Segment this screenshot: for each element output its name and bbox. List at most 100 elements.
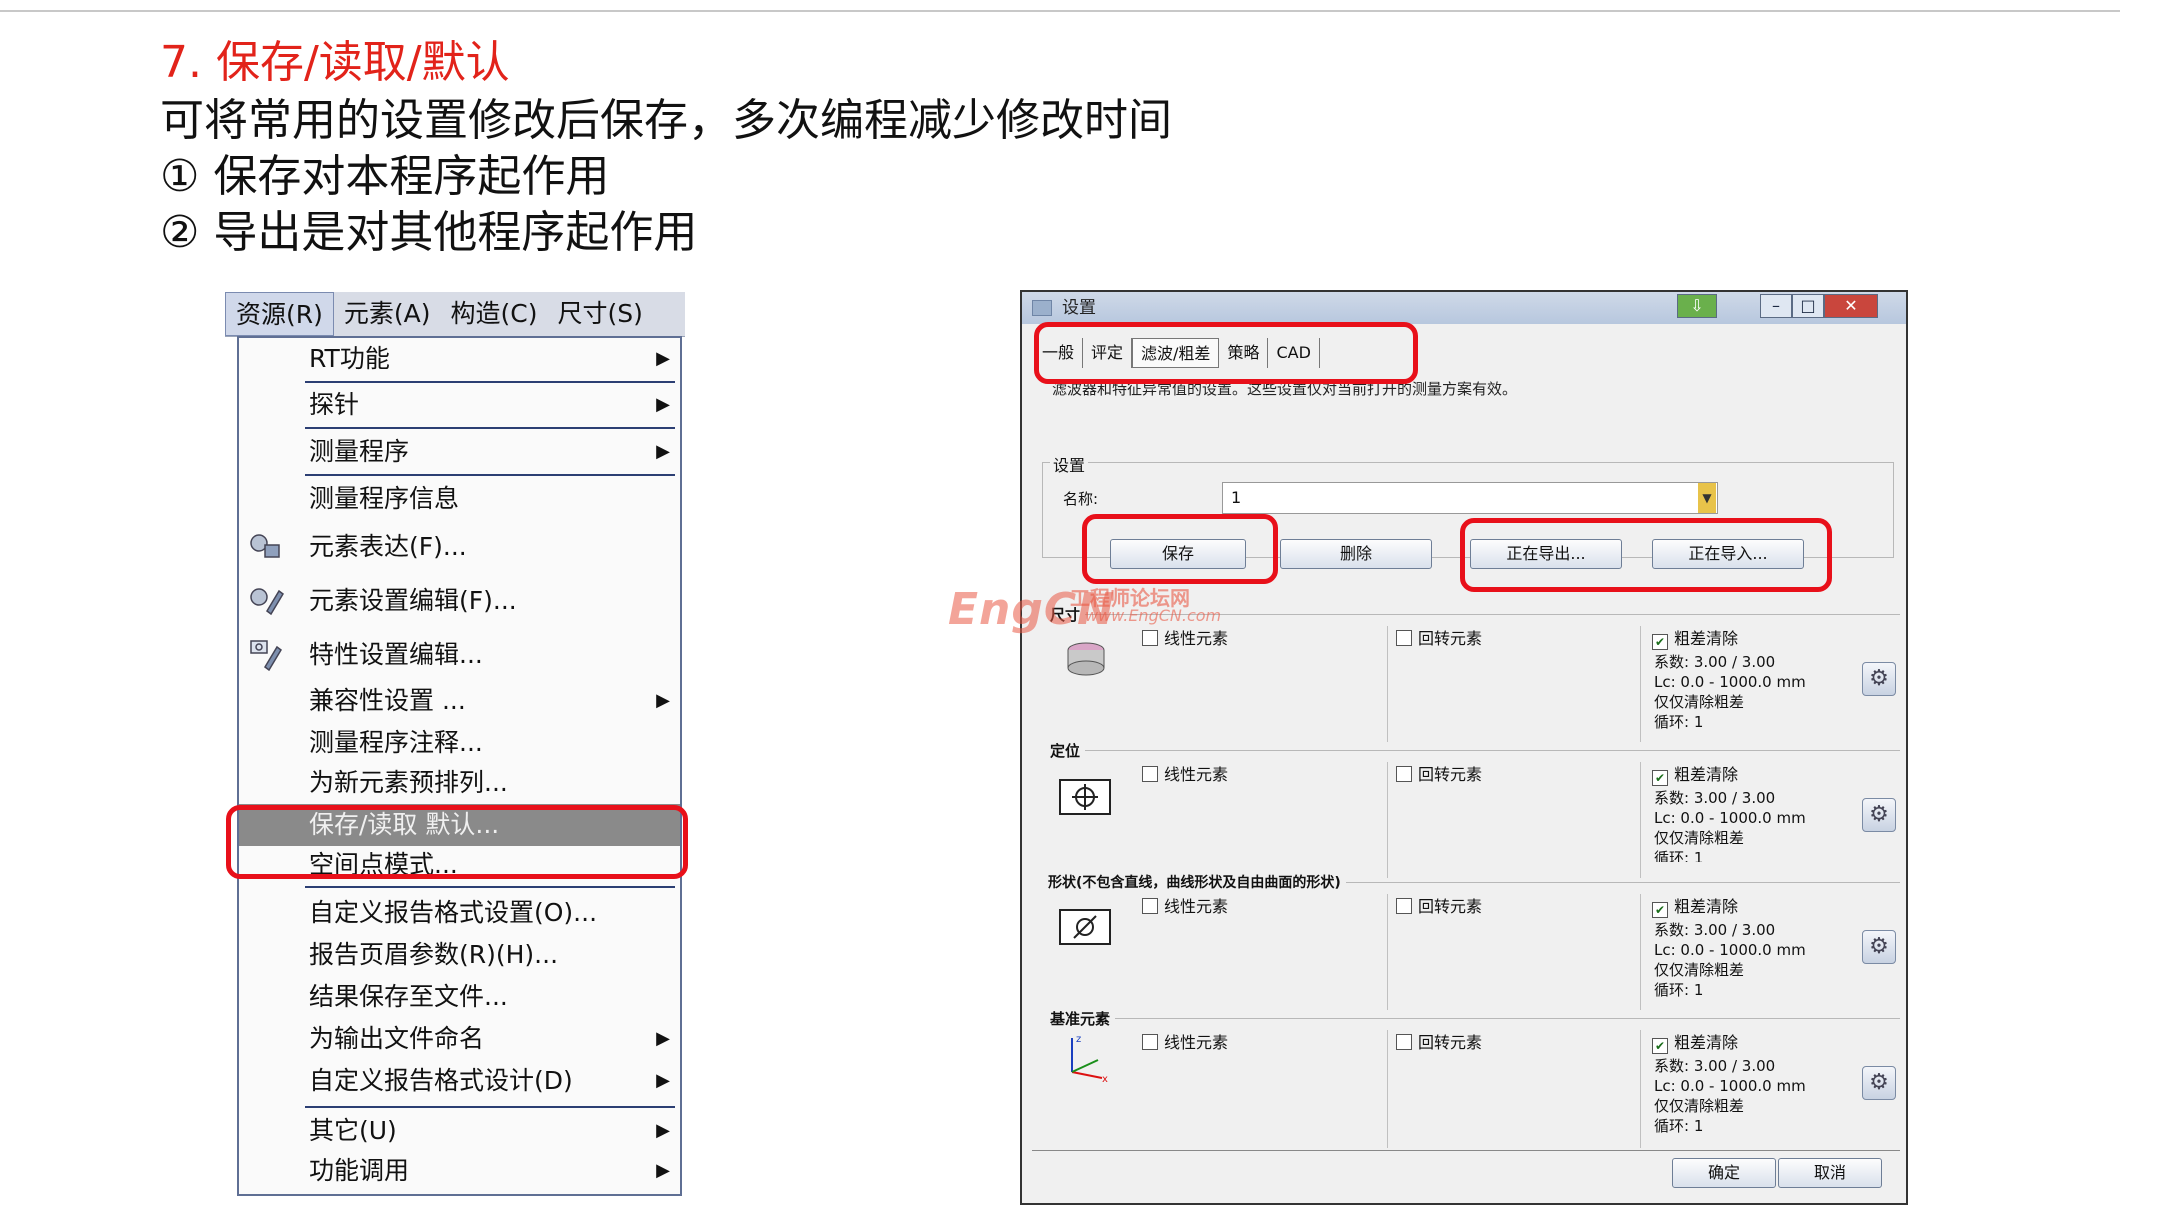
submenu-arrow-icon: ▶ bbox=[656, 348, 670, 369]
cancel-button[interactable]: 取消 bbox=[1778, 1158, 1882, 1188]
menu-item-other[interactable]: 其它(U) ▶ bbox=[239, 1112, 680, 1150]
menu-item-report-header-params[interactable]: 报告页眉参数(R)(H)... bbox=[239, 936, 680, 974]
menu-item-rt-functions[interactable]: RT功能 ▶ bbox=[239, 340, 680, 378]
section-divider bbox=[1050, 1018, 1900, 1019]
submenu-arrow-icon: ▶ bbox=[656, 1120, 670, 1141]
chevron-down-icon[interactable]: ▼ bbox=[1698, 483, 1716, 513]
checkbox-size-linear[interactable]: 线性元素 bbox=[1142, 628, 1228, 650]
resources-menu-screenshot: 资源(R) 元素(A) 构造(C) 尺寸(S) RT功能 ▶ 探针 ▶ 测量程序… bbox=[225, 292, 685, 1204]
section-label-location: 定位 bbox=[1050, 740, 1086, 761]
menu-item-function-call[interactable]: 功能调用 ▶ bbox=[239, 1152, 680, 1190]
menu-item-measurement-plan-info[interactable]: 测量程序信息 bbox=[239, 480, 680, 518]
checkbox-form-outlier[interactable]: ✔ 粗差清除 bbox=[1652, 896, 1738, 918]
dialog-title: 设置 bbox=[1062, 298, 1096, 318]
maximize-icon[interactable]: □ bbox=[1792, 294, 1824, 318]
gear-icon[interactable]: ⚙ bbox=[1862, 798, 1896, 832]
slide-line-3: ② 导出是对其他程序起作用 bbox=[160, 207, 698, 258]
outlier-factor-text: 系数: 3.00 / 3.00 bbox=[1654, 921, 1776, 939]
outlier-loop-text: 循环: 1 bbox=[1654, 849, 1704, 862]
svg-text:x: x bbox=[1102, 1074, 1108, 1084]
menu-item-characteristic-settings-edit[interactable]: 特性设置编辑... bbox=[239, 636, 680, 674]
menu-item-probe[interactable]: 探针 ▶ bbox=[239, 386, 680, 424]
checkbox-location-linear[interactable]: 线性元素 bbox=[1142, 764, 1228, 786]
menu-item-label: 报告页眉参数(R)(H)... bbox=[309, 940, 559, 969]
outlier-factor-text: 系数: 3.00 / 3.00 bbox=[1654, 1057, 1776, 1075]
checkbox-label: 线性元素 bbox=[1164, 1033, 1229, 1052]
menu-item-save-results-to-file[interactable]: 结果保存至文件... bbox=[239, 978, 680, 1016]
menu-item-plan-comment[interactable]: 测量程序注释... bbox=[239, 724, 680, 762]
checkbox-size-rotational[interactable]: 回转元素 bbox=[1396, 628, 1482, 650]
menu-separator bbox=[305, 381, 675, 383]
menu-item-custom-report-format-settings[interactable]: 自定义报告格式设置(O)... bbox=[239, 894, 680, 932]
menu-item-label: RT功能 bbox=[309, 344, 390, 373]
settings-dialog: 设置 ⇩ – □ ✕ 一般 评定 滤波/粗差 策略 CAD 滤波器和特征异常值的… bbox=[1020, 290, 1908, 1205]
menu-item-name-output-files[interactable]: 为输出文件命名 ▶ bbox=[239, 1020, 680, 1058]
menu-item-label: 其它(U) bbox=[309, 1116, 397, 1145]
gear-icon[interactable]: ⚙ bbox=[1862, 1066, 1896, 1100]
outlier-lc-text: Lc: 0.0 - 1000.0 mm bbox=[1654, 809, 1806, 827]
checkbox-box bbox=[1396, 898, 1412, 914]
settings-group-label: 设置 bbox=[1050, 452, 1089, 476]
checkbox-label: 回转元素 bbox=[1418, 897, 1483, 916]
checkbox-datum-rotational[interactable]: 回转元素 bbox=[1396, 1032, 1482, 1054]
checkbox-location-rotational[interactable]: 回转元素 bbox=[1396, 764, 1482, 786]
submenu-arrow-icon: ▶ bbox=[656, 1160, 670, 1181]
minimize-icon[interactable]: – bbox=[1760, 294, 1792, 318]
element-settings-icon bbox=[250, 588, 284, 616]
checkbox-box: ✔ bbox=[1652, 634, 1668, 650]
svg-text:z: z bbox=[1076, 1034, 1081, 1045]
checkbox-box bbox=[1142, 630, 1158, 646]
checkbox-form-rotational[interactable]: 回转元素 bbox=[1396, 896, 1482, 918]
app-icon bbox=[1032, 300, 1052, 316]
menu-item-label: 测量程序 bbox=[309, 437, 410, 466]
menu-separator bbox=[305, 427, 675, 429]
checkbox-label: 线性元素 bbox=[1164, 629, 1229, 648]
checkbox-location-outlier[interactable]: ✔ 粗差清除 bbox=[1652, 764, 1738, 786]
ok-button[interactable]: 确定 bbox=[1672, 1158, 1776, 1188]
checkbox-datum-linear[interactable]: 线性元素 bbox=[1142, 1032, 1228, 1054]
checkbox-size-outlier[interactable]: ✔ 粗差清除 bbox=[1652, 628, 1738, 650]
delete-button[interactable]: 删除 bbox=[1280, 539, 1432, 569]
checkbox-label: 回转元素 bbox=[1418, 629, 1483, 648]
gear-icon[interactable]: ⚙ bbox=[1862, 930, 1896, 964]
checkbox-box: ✔ bbox=[1652, 770, 1668, 786]
outlier-factor-text: 系数: 3.00 / 3.00 bbox=[1654, 653, 1776, 671]
submenu-arrow-icon: ▶ bbox=[656, 690, 670, 711]
gear-icon[interactable]: ⚙ bbox=[1862, 662, 1896, 696]
form-tolerance-icon bbox=[1059, 909, 1111, 945]
column-divider bbox=[1387, 626, 1388, 742]
checkbox-label: 线性元素 bbox=[1164, 897, 1229, 916]
column-divider bbox=[1387, 894, 1388, 1010]
checkbox-label: 回转元素 bbox=[1418, 1033, 1483, 1052]
dialog-titlebar: 设置 ⇩ – □ ✕ bbox=[1022, 292, 1906, 324]
checkbox-form-linear[interactable]: 线性元素 bbox=[1142, 896, 1228, 918]
column-divider bbox=[1640, 1030, 1641, 1148]
menubar-item-dimension[interactable]: 尺寸(S) bbox=[547, 292, 652, 336]
menubar-item-elements[interactable]: 元素(A) bbox=[334, 292, 441, 336]
menu-separator bbox=[305, 1106, 675, 1108]
submenu-arrow-icon: ▶ bbox=[656, 1028, 670, 1049]
checkbox-box bbox=[1396, 766, 1412, 782]
menu-item-label: 结果保存至文件... bbox=[309, 982, 508, 1011]
outlier-loop-text: 循环: 1 bbox=[1654, 1117, 1704, 1135]
menu-separator bbox=[305, 886, 675, 888]
menu-item-measurement-plan[interactable]: 测量程序 ▶ bbox=[239, 433, 680, 471]
checkbox-datum-outlier[interactable]: ✔ 粗差清除 bbox=[1652, 1032, 1738, 1054]
menu-item-presort-new-elements[interactable]: 为新元素预排列... bbox=[239, 764, 680, 802]
menu-item-label: 为新元素预排列... bbox=[309, 768, 508, 797]
checkbox-box bbox=[1142, 766, 1158, 782]
menu-item-element-expression[interactable]: 元素表达(F)... bbox=[239, 528, 680, 566]
annotation-highlight-export-import bbox=[1460, 518, 1832, 592]
column-divider bbox=[1640, 894, 1641, 1010]
menu-item-element-settings-edit[interactable]: 元素设置编辑(F)... bbox=[239, 582, 680, 620]
settings-name-combobox[interactable]: 1 bbox=[1222, 482, 1718, 514]
menu-item-compatibility-settings[interactable]: 兼容性设置 ... ▶ bbox=[239, 682, 680, 720]
checkbox-box: ✔ bbox=[1652, 1038, 1668, 1054]
close-icon[interactable]: ✕ bbox=[1824, 294, 1878, 318]
pin-icon[interactable]: ⇩ bbox=[1677, 294, 1717, 318]
menu-item-custom-report-format-design[interactable]: 自定义报告格式设计(D) ▶ bbox=[239, 1062, 680, 1100]
menubar-item-resources[interactable]: 资源(R) bbox=[225, 292, 334, 336]
annotation-highlight-save-load bbox=[226, 805, 688, 879]
outlier-only-text: 仅仅清除粗差 bbox=[1654, 693, 1745, 711]
menubar-item-construct[interactable]: 构造(C) bbox=[441, 292, 548, 336]
